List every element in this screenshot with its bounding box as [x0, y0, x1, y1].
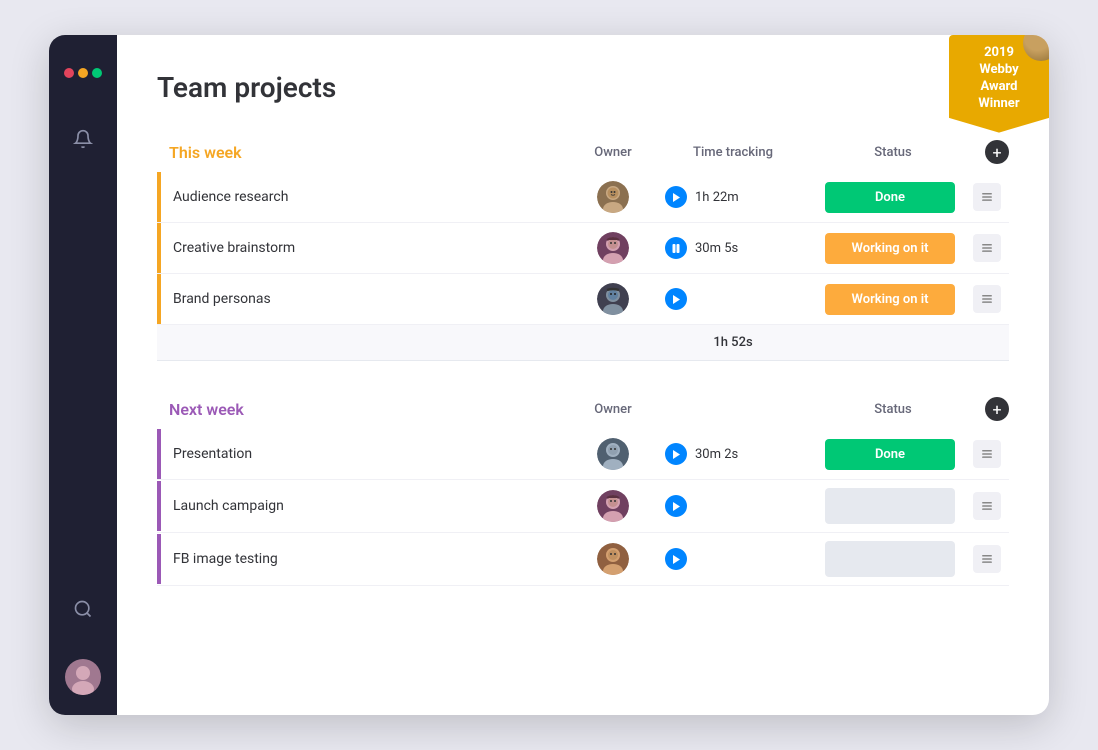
- webby-line4: Winner: [967, 96, 1031, 113]
- webby-year: 2019: [967, 45, 1031, 62]
- col-time-tracking: Time tracking: [653, 145, 813, 160]
- main-content: 2019 Webby Award Winner Team projects Th…: [117, 35, 1049, 715]
- task-row-creative-brainstorm: Creative brainstorm: [157, 223, 1009, 274]
- time-cell-audience: 1h 22m: [653, 178, 813, 216]
- col-owner-1: Owner: [573, 145, 653, 160]
- status-cell-launch: [813, 480, 973, 532]
- task-row-brand-personas: Brand personas: [157, 274, 1009, 325]
- task-name-cell-brand: Brand personas: [157, 274, 573, 324]
- sidebar: [49, 35, 117, 715]
- more-button-presentation[interactable]: [973, 440, 1001, 468]
- task-name-audience: Audience research: [173, 189, 288, 205]
- app-container: 2019 Webby Award Winner Team projects Th…: [49, 35, 1049, 715]
- add-task-button-2[interactable]: +: [985, 397, 1009, 421]
- webby-badge: 2019 Webby Award Winner: [949, 35, 1049, 133]
- task-name-creative: Creative brainstorm: [173, 240, 295, 256]
- owner-cell-creative: [573, 224, 653, 272]
- avatar-brand: [597, 283, 629, 315]
- logo-dots: [64, 68, 102, 78]
- search-icon[interactable]: [65, 591, 101, 627]
- page-title: Team projects: [157, 71, 1009, 104]
- status-cell-brand: Working on it: [813, 276, 973, 323]
- time-cell-presentation: 30m 2s: [653, 435, 813, 473]
- bell-icon[interactable]: [65, 121, 101, 157]
- task-name-presentation: Presentation: [173, 446, 252, 462]
- more-button-audience[interactable]: [973, 183, 1001, 211]
- owner-cell-audience: [573, 173, 653, 221]
- task-row-fb-image: FB image testing: [157, 533, 1009, 586]
- add-task-button-1[interactable]: +: [985, 140, 1009, 164]
- logo-dot-green: [92, 68, 102, 78]
- task-row-presentation: Presentation: [157, 429, 1009, 480]
- task-name-cell-launch: Launch campaign: [157, 481, 573, 531]
- section-next-week-header: Next week Owner Status +: [157, 393, 1009, 429]
- avatar-fb: [597, 543, 629, 575]
- task-row-audience-research: Audience research: [157, 172, 1009, 223]
- avatar-audience: [597, 181, 629, 213]
- task-name-cell-presentation: Presentation: [157, 429, 573, 479]
- time-cell-fb: [653, 540, 813, 578]
- status-cell-presentation: Done: [813, 431, 973, 478]
- owner-cell-fb: [573, 535, 653, 583]
- webby-line2: Webby: [967, 62, 1031, 79]
- webby-line3: Award: [967, 79, 1031, 96]
- status-badge-creative[interactable]: Working on it: [825, 233, 955, 264]
- task-name-fb: FB image testing: [173, 551, 278, 567]
- task-name-cell-creative: Creative brainstorm: [157, 223, 573, 273]
- col-owner-2: Owner: [573, 402, 653, 417]
- logo-dot-orange: [78, 68, 88, 78]
- more-button-brand[interactable]: [973, 285, 1001, 313]
- section-this-week-header: This week Owner Time tracking Status +: [157, 136, 1009, 172]
- logo[interactable]: [65, 55, 101, 91]
- logo-dot-red: [64, 68, 74, 78]
- more-button-launch[interactable]: [973, 492, 1001, 520]
- play-button-presentation[interactable]: [665, 443, 687, 465]
- status-badge-launch[interactable]: [825, 488, 955, 524]
- total-row: 1h 52s: [157, 325, 1009, 361]
- owner-cell-launch: [573, 482, 653, 530]
- avatar-creative: [597, 232, 629, 264]
- section-next-week-title: Next week: [169, 400, 573, 419]
- task-row-launch-campaign: Launch campaign: [157, 480, 1009, 533]
- status-badge-brand[interactable]: Working on it: [825, 284, 955, 315]
- col-status-1: Status: [813, 145, 973, 160]
- task-name-launch: Launch campaign: [173, 498, 284, 514]
- status-cell-audience: Done: [813, 174, 973, 221]
- status-badge-presentation[interactable]: Done: [825, 439, 955, 470]
- time-cell-brand: [653, 280, 813, 318]
- status-cell-fb: [813, 533, 973, 585]
- time-text-creative: 30m 5s: [695, 241, 738, 256]
- user-avatar[interactable]: [65, 659, 101, 695]
- time-text-audience: 1h 22m: [695, 190, 739, 205]
- owner-cell-presentation: [573, 430, 653, 478]
- pause-button-creative[interactable]: [665, 237, 687, 259]
- section-this-week-title: This week: [169, 143, 573, 162]
- col-status-2: Status: [813, 402, 973, 417]
- avatar-presentation: [597, 438, 629, 470]
- more-button-fb[interactable]: [973, 545, 1001, 573]
- more-button-creative[interactable]: [973, 234, 1001, 262]
- avatar-launch: [597, 490, 629, 522]
- play-button-launch[interactable]: [665, 495, 687, 517]
- time-text-presentation: 30m 2s: [695, 447, 738, 462]
- status-badge-fb[interactable]: [825, 541, 955, 577]
- status-cell-creative: Working on it: [813, 225, 973, 272]
- time-cell-launch: [653, 487, 813, 525]
- time-cell-creative: 30m 5s: [653, 229, 813, 267]
- owner-cell-brand: [573, 275, 653, 323]
- task-name-brand: Brand personas: [173, 291, 271, 307]
- play-button-audience[interactable]: [665, 186, 687, 208]
- total-time: 1h 52s: [713, 335, 752, 350]
- task-name-cell-audience: Audience research: [157, 172, 573, 222]
- section-this-week: This week Owner Time tracking Status + A…: [157, 136, 1009, 361]
- play-button-fb[interactable]: [665, 548, 687, 570]
- status-badge-audience[interactable]: Done: [825, 182, 955, 213]
- section-next-week: Next week Owner Status + Presentation: [157, 393, 1009, 586]
- play-button-brand[interactable]: [665, 288, 687, 310]
- task-name-cell-fb: FB image testing: [157, 534, 573, 584]
